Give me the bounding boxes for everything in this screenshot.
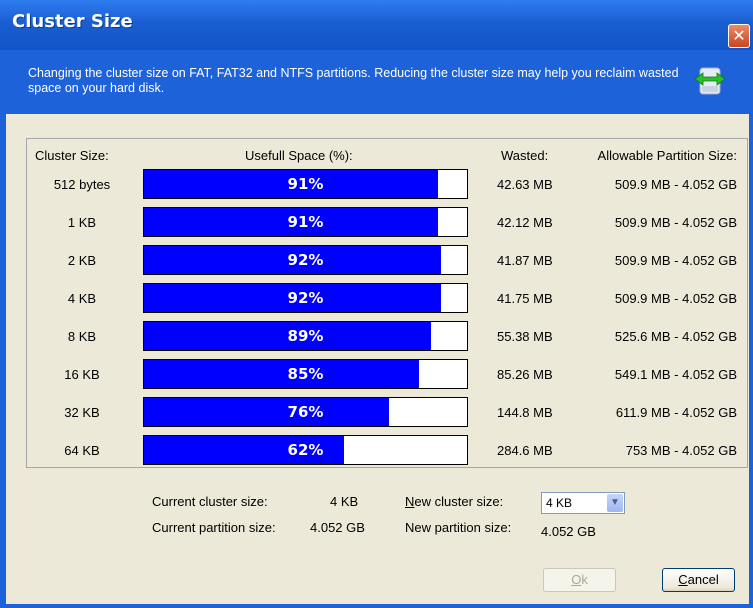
wasted-cell: 85.26 MB [497,367,553,382]
cancel-button[interactable]: Cancel [662,568,735,592]
allowable-size-cell: 509.9 MB - 4.052 GB [614,177,737,192]
useful-space-percent: 92% [287,289,324,307]
allowable-size-cell: 509.9 MB - 4.052 GB [614,253,737,268]
cluster-size-cell: 512 bytes [53,177,111,192]
cluster-size-cell: 32 KB [64,405,100,420]
cluster-size-cell: 8 KB [67,329,97,344]
cluster-size-cell: 2 KB [67,253,97,268]
table-row: 8 KB 89% 55.38 MB 525.6 MB - 4.052 GB [27,319,747,354]
useful-space-bar: 92% [143,245,468,275]
new-partition-value: 4.052 GB [541,524,596,539]
useful-space-bar: 91% [143,169,468,199]
banner-description: Changing the cluster size on FAT, FAT32 … [28,66,679,95]
cluster-size-cell: 64 KB [64,443,100,458]
cluster-size-cell: 4 KB [67,291,97,306]
window-title: Cluster Size [12,11,133,32]
chevron-down-icon[interactable]: ▼ [607,494,623,512]
close-button[interactable]: ✕ [728,24,750,48]
wasted-cell: 42.12 MB [497,215,553,230]
useful-space-bar: 85% [143,359,468,389]
wasted-cell: 42.63 MB [497,177,553,192]
disk-convert-icon [694,67,726,95]
current-partition-value: 4.052 GB [310,520,365,535]
table-row: 64 KB 62% 284.6 MB 753 MB - 4.052 GB [27,433,747,468]
table-row: 2 KB 92% 41.87 MB 509.9 MB - 4.052 GB [27,243,747,278]
allowable-size-cell: 753 MB - 4.052 GB [625,443,737,458]
useful-space-bar: 62% [143,435,468,465]
useful-space-percent: 91% [287,175,324,193]
useful-space-percent: 85% [287,365,324,383]
table-row: 32 KB 76% 144.8 MB 611.9 MB - 4.052 GB [27,395,747,430]
new-cluster-label: New cluster size: [405,494,504,509]
useful-space-bar: 76% [143,397,468,427]
wasted-cell: 284.6 MB [497,443,553,458]
allowable-size-cell: 611.9 MB - 4.052 GB [615,405,737,420]
cluster-size-cell: 16 KB [64,367,100,382]
wasted-cell: 55.38 MB [497,329,553,344]
useful-space-percent: 76% [287,403,324,421]
header-useful-space: Usefull Space (%): [245,148,353,163]
useful-space-percent: 92% [287,251,324,269]
new-cluster-size-dropdown[interactable]: 4 KB ▼ [541,492,625,514]
useful-space-percent: 62% [287,441,324,459]
wasted-cell: 41.87 MB [497,253,553,268]
useful-space-bar: 91% [143,207,468,237]
ok-button[interactable]: Ok [543,568,616,592]
header-banner: Changing the cluster size on FAT, FAT32 … [6,50,749,114]
allowable-size-cell: 525.6 MB - 4.052 GB [614,329,737,344]
header-wasted: Wasted: [501,148,549,163]
allowable-size-cell: 509.9 MB - 4.052 GB [614,215,737,230]
useful-space-bar: 89% [143,321,468,351]
useful-space-percent: 89% [287,327,324,345]
allowable-size-cell: 549.1 MB - 4.052 GB [614,367,737,382]
cluster-size-cell: 1 KB [67,215,97,230]
cluster-table-panel: Cluster Size: Usefull Space (%): Wasted:… [26,138,748,468]
wasted-cell: 144.8 MB [497,405,553,420]
useful-space-bar: 92% [143,283,468,313]
wasted-cell: 41.75 MB [497,291,553,306]
table-row: 1 KB 91% 42.12 MB 509.9 MB - 4.052 GB [27,205,747,240]
current-cluster-value: 4 KB [330,494,359,509]
new-cluster-size-value: 4 KB [546,496,573,510]
new-partition-label: New partition size: [405,520,512,535]
table-row: 512 bytes 91% 42.63 MB 509.9 MB - 4.052 GB [27,167,747,202]
current-partition-label: Current partition size: [152,520,276,535]
header-allowable-size: Allowable Partition Size: [597,148,737,163]
table-row: 16 KB 85% 85.26 MB 549.1 MB - 4.052 GB [27,357,747,392]
useful-space-percent: 91% [287,213,324,231]
allowable-size-cell: 509.9 MB - 4.052 GB [614,291,737,306]
table-row: 4 KB 92% 41.75 MB 509.9 MB - 4.052 GB [27,281,747,316]
header-cluster-size: Cluster Size: [35,148,109,163]
title-bar: Cluster Size ✕ [0,0,753,50]
current-cluster-label: Current cluster size: [152,494,268,509]
